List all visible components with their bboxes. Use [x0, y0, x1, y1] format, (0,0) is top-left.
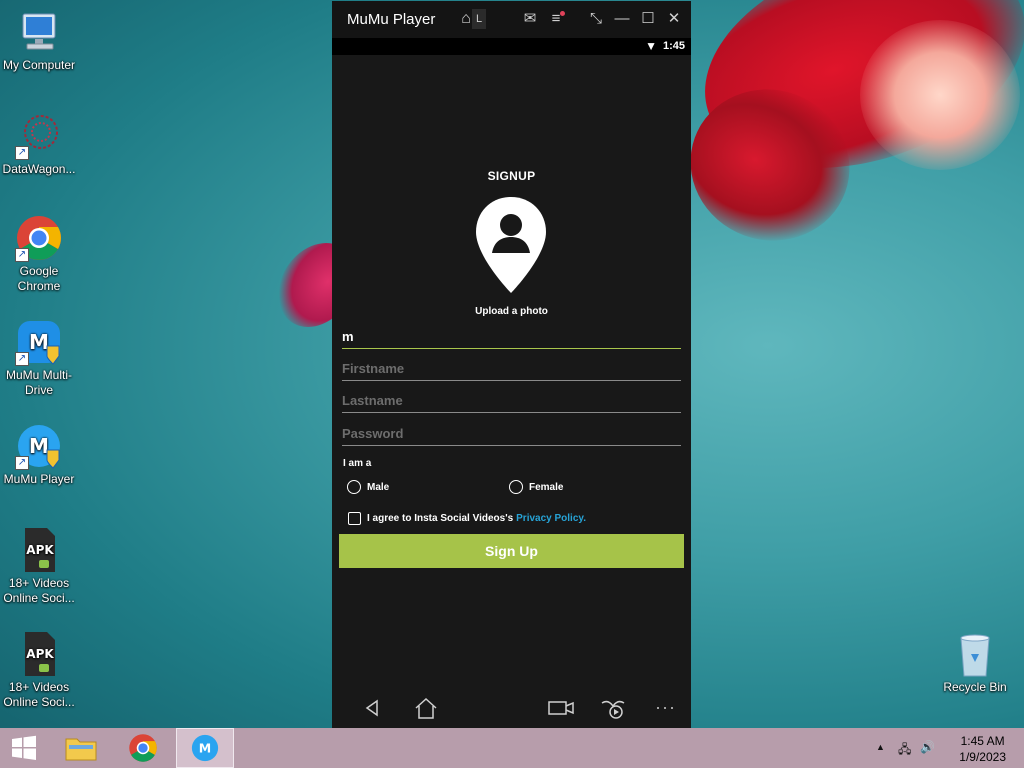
start-button[interactable]	[0, 728, 48, 768]
taskbar-chrome[interactable]	[114, 728, 172, 768]
mumu-multidrive-icon: M ↗	[15, 318, 63, 366]
shrink-icon[interactable]: ⤡	[586, 9, 606, 29]
desktop-icon-apk-1[interactable]: APK 18+ Videos Online Soci...	[0, 526, 78, 606]
mumu-player-icon: M	[191, 734, 219, 762]
firstname-field[interactable]	[342, 357, 681, 381]
tray-expand-icon[interactable]: ▲	[876, 742, 885, 752]
privacy-policy-link[interactable]: Privacy Policy.	[516, 513, 586, 524]
signup-screen: SIGNUP Upload a photo I am a Male Female	[332, 55, 691, 687]
more-icon[interactable]	[650, 693, 680, 723]
radio-circle[interactable]	[347, 480, 361, 494]
svg-text:APK: APK	[26, 543, 54, 557]
password-field[interactable]	[342, 422, 681, 446]
radio-female[interactable]: Female	[509, 480, 563, 494]
volume-icon[interactable]: 🔊	[920, 740, 935, 754]
home-nav-icon[interactable]	[411, 693, 441, 723]
datawagon-icon: ↗	[15, 112, 63, 160]
apk-icon: APK	[15, 526, 63, 574]
lastname-input[interactable]	[342, 389, 681, 411]
sign-up-button[interactable]: Sign Up	[339, 534, 684, 568]
desktop-icon-recycle-bin[interactable]: Recycle Bin	[936, 630, 1014, 695]
notification-dot	[560, 11, 565, 16]
page-title: SIGNUP	[487, 169, 536, 183]
folder-icon	[65, 738, 97, 761]
chrome-icon: ↗	[15, 214, 63, 262]
agree-checkbox[interactable]	[348, 512, 361, 525]
mumu-player-window: MuMu Player ⌂ L ✉ ≡ ⤡ — ☐ ✕ ▼ 1:45 SIGNU…	[332, 1, 691, 729]
chrome-icon	[129, 734, 157, 762]
mail-icon[interactable]: ✉	[520, 9, 540, 29]
svg-text:APK: APK	[26, 647, 54, 661]
mumu-player-icon: M ↗	[15, 422, 63, 470]
radio-circle[interactable]	[509, 480, 523, 494]
desktop-icon-mumu-player[interactable]: M ↗ MuMu Player	[0, 422, 78, 487]
svg-text:M: M	[29, 330, 49, 354]
taskbar: M ▲ 🖧 🔊 1:45 AM 1/9/2023	[0, 728, 1024, 768]
desktop-icon-apk-2[interactable]: APK 18+ Videos Online Soci...	[0, 630, 78, 710]
svg-text:M: M	[199, 740, 211, 755]
android-status-bar: ▼ 1:45	[332, 38, 691, 55]
tab-app[interactable]: L	[472, 9, 486, 29]
window-title: MuMu Player	[347, 11, 436, 28]
clock-date: 1/9/2023	[959, 750, 1006, 764]
upload-photo-icon[interactable]	[474, 195, 548, 295]
username-field[interactable]	[342, 325, 681, 349]
camera-icon[interactable]	[546, 693, 576, 723]
minimize-icon[interactable]: —	[612, 9, 632, 29]
agree-checkbox-row[interactable]: I agree to Insta Social Videos's Privacy…	[348, 512, 586, 525]
radio-male[interactable]: Male	[347, 480, 389, 494]
back-icon[interactable]	[356, 693, 386, 723]
emulator-nav-bar	[332, 687, 691, 729]
taskbar-mumu-player[interactable]: M	[176, 728, 234, 768]
status-time: 1:45	[662, 40, 685, 52]
password-input[interactable]	[342, 422, 681, 444]
taskbar-clock[interactable]: 1:45 AM 1/9/2023	[959, 733, 1006, 765]
taskbar-file-explorer[interactable]	[52, 728, 110, 768]
desktop-icon-my-computer[interactable]: My Computer	[0, 8, 78, 73]
lastname-field[interactable]	[342, 389, 681, 413]
svg-text:M: M	[29, 434, 49, 458]
computer-icon	[15, 8, 63, 56]
gender-label: I am a	[343, 458, 372, 469]
close-icon[interactable]: ✕	[664, 9, 684, 29]
network-icon[interactable]: 🖧	[898, 740, 911, 761]
windows-logo-icon	[12, 735, 36, 760]
maximize-icon[interactable]: ☐	[638, 9, 658, 29]
shortcut-arrow-icon: ↗	[15, 248, 29, 262]
apk-icon: APK	[15, 630, 63, 678]
wallpaper-flower	[860, 20, 1020, 170]
wifi-icon: ▼	[645, 39, 657, 53]
gamepad-icon[interactable]	[598, 693, 628, 723]
username-input[interactable]	[342, 325, 681, 347]
shortcut-arrow-icon: ↗	[15, 456, 29, 470]
shortcut-arrow-icon: ↗	[15, 146, 29, 160]
upload-photo-label[interactable]: Upload a photo	[332, 306, 691, 317]
desktop-icon-datawagon[interactable]: ↗ DataWagon...	[0, 112, 78, 177]
recycle-bin-icon	[951, 630, 999, 678]
desktop-icon-chrome[interactable]: ↗ Google Chrome	[0, 214, 78, 294]
title-bar: MuMu Player ⌂ L ✉ ≡ ⤡ — ☐ ✕	[332, 1, 691, 38]
clock-time: 1:45 AM	[960, 734, 1005, 748]
desktop-icon-mumu-multidrive[interactable]: M ↗ MuMu Multi-Drive	[0, 318, 78, 398]
firstname-input[interactable]	[342, 357, 681, 379]
shortcut-arrow-icon: ↗	[15, 352, 29, 366]
